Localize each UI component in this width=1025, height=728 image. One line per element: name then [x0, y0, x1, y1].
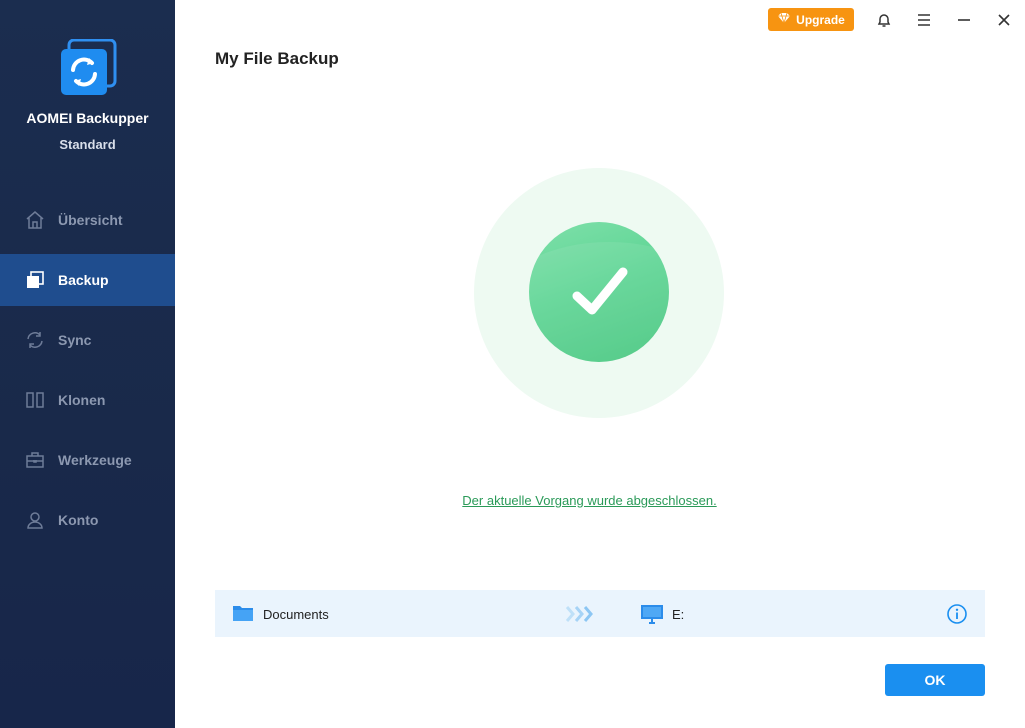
app-name: AOMEI Backupper: [26, 110, 149, 126]
page-title: My File Backup: [215, 49, 339, 68]
upgrade-button[interactable]: Upgrade: [768, 8, 854, 31]
app-logo-icon: [59, 38, 117, 97]
sync-icon: [24, 329, 46, 351]
menu-icon[interactable]: [913, 9, 935, 31]
sidebar-item-label: Klonen: [58, 392, 106, 408]
sidebar-item-overview[interactable]: Übersicht: [0, 194, 175, 246]
close-icon[interactable]: [993, 9, 1015, 31]
task-summary-bar: Documents E:: [215, 590, 985, 637]
sidebar-item-clone[interactable]: Klonen: [0, 374, 175, 426]
sidebar-item-label: Sync: [58, 332, 92, 348]
sidebar-item-label: Übersicht: [58, 212, 123, 228]
sidebar-item-sync[interactable]: Sync: [0, 314, 175, 366]
minimize-icon[interactable]: [953, 9, 975, 31]
bell-icon[interactable]: [873, 9, 895, 31]
clone-icon: [24, 389, 46, 411]
app-edition: Standard: [59, 137, 116, 152]
monitor-icon: [640, 603, 664, 625]
sidebar: AOMEI Backupper Standard Übersicht Backu…: [0, 0, 175, 728]
status-message-link[interactable]: Der aktuelle Vorgang wurde abgeschlossen…: [215, 493, 964, 508]
checkmark-icon: [529, 222, 669, 362]
ok-button[interactable]: OK: [885, 664, 985, 696]
task-destination: E:: [672, 607, 685, 622]
home-icon: [24, 209, 46, 231]
user-icon: [24, 509, 46, 531]
task-source: Documents: [263, 607, 329, 622]
arrows-right-icon: [565, 604, 597, 624]
sidebar-item-label: Werkzeuge: [58, 452, 132, 468]
upgrade-label: Upgrade: [796, 12, 845, 27]
backup-icon: [24, 269, 46, 291]
info-icon[interactable]: [946, 603, 968, 625]
sidebar-item-tools[interactable]: Werkzeuge: [0, 434, 175, 486]
toolbox-icon: [24, 449, 46, 471]
sidebar-item-label: Backup: [58, 272, 109, 288]
diamond-icon: [777, 12, 791, 27]
sidebar-item-backup[interactable]: Backup: [0, 254, 175, 306]
sidebar-item-account[interactable]: Konto: [0, 494, 175, 546]
sidebar-item-label: Konto: [58, 512, 99, 528]
folder-icon: [232, 603, 254, 623]
